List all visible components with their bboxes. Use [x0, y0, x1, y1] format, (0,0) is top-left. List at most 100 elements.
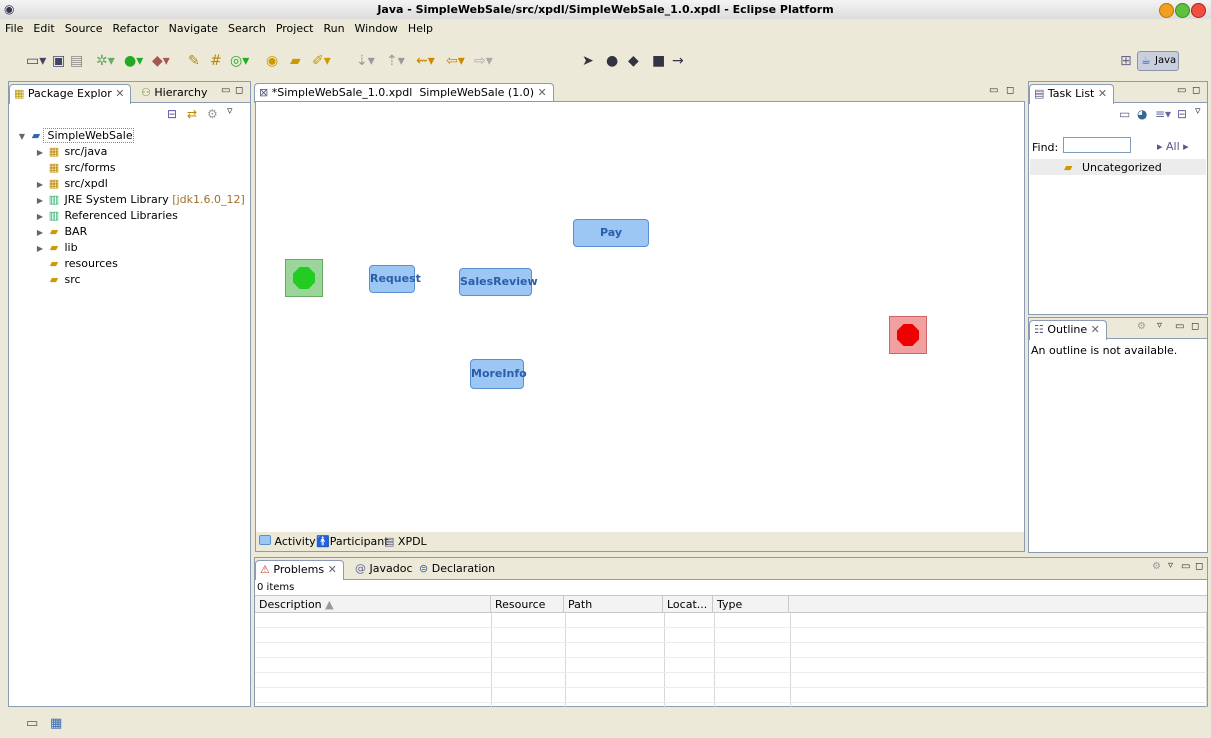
tree-item[interactable]: ▶ ▰ BAR	[33, 225, 87, 241]
task-filter-icon[interactable]: ≡▾	[1155, 107, 1171, 121]
problems-view-menu-icon[interactable]: ▿	[1168, 560, 1173, 571]
new-class-icon[interactable]: ◎▾	[230, 54, 249, 68]
last-edit-icon[interactable]: ⇜▾	[416, 54, 435, 68]
col-type[interactable]: Type	[713, 596, 789, 613]
back-icon[interactable]: ⇦▾	[446, 54, 465, 68]
tab-package-explorer[interactable]: ▦ Package Explor ✕	[9, 84, 132, 104]
new-package-icon[interactable]: #	[210, 54, 222, 68]
col-location[interactable]: Locat...	[663, 596, 713, 613]
task-collapse-icon[interactable]: ⊟	[1177, 107, 1187, 121]
select-tool-icon[interactable]: ➤	[582, 54, 594, 68]
tab-xpdl-editor[interactable]: ⊠ *SimpleWebSale_1.0.xpdl SimpleWebSale …	[254, 83, 554, 103]
all-filter[interactable]: ▸ All ▸	[1157, 140, 1189, 153]
external-tools-icon[interactable]: ◆▾	[152, 54, 170, 68]
col-description[interactable]: Description ▲	[255, 596, 491, 613]
menu-file[interactable]: File	[0, 19, 28, 35]
maximize-view-icon[interactable]: ◻	[235, 85, 243, 96]
print-icon[interactable]: ▤	[70, 54, 83, 68]
menu-project[interactable]: Project	[271, 19, 319, 35]
tab-activity[interactable]: Activity	[259, 535, 316, 548]
maximize-problems-icon[interactable]: ◻	[1195, 561, 1203, 572]
run-icon[interactable]: ●▾	[124, 54, 143, 68]
java-perspective-button[interactable]: ☕ Java	[1137, 51, 1179, 71]
fast-view-icon[interactable]: ▭	[26, 716, 38, 731]
end-event[interactable]	[889, 316, 927, 354]
minimize-icon[interactable]	[1159, 3, 1174, 18]
tab-problems[interactable]: ⚠ Problems ✕	[255, 560, 344, 580]
minimize-task-list-icon[interactable]: ▭	[1177, 85, 1186, 96]
minimize-view-icon[interactable]: ▭	[221, 85, 230, 96]
tree-item[interactable]: ▼ ▰ SimpleWebSale	[15, 128, 134, 145]
diamond-tool-icon[interactable]: ◆	[628, 54, 639, 68]
collapse-arrow-icon[interactable]: ▶	[33, 148, 47, 157]
close-tab-icon[interactable]: ✕	[115, 87, 124, 100]
collapse-arrow-icon[interactable]: ▶	[33, 212, 47, 221]
open-folder-icon[interactable]: ▰	[290, 54, 301, 68]
tree-item[interactable]: ▦ src/forms	[33, 161, 116, 177]
close-outline-icon[interactable]: ✕	[1091, 323, 1100, 336]
menu-source[interactable]: Source	[60, 19, 108, 35]
activity-moreinfo[interactable]: MoreInfo	[470, 359, 527, 389]
outline-view-menu-icon[interactable]: ▿	[1157, 320, 1162, 331]
tab-javadoc[interactable]: @ Javadoc	[351, 560, 419, 579]
open-perspective-icon[interactable]: ⊞	[1120, 54, 1132, 68]
tree-item[interactable]: ▶ ▰ lib	[33, 241, 78, 257]
minimize-outline-icon[interactable]: ▭	[1175, 321, 1184, 332]
collapse-arrow-icon[interactable]: ▶	[33, 180, 47, 189]
menu-edit[interactable]: Edit	[28, 19, 59, 35]
new-java-project-icon[interactable]: ✎	[188, 54, 200, 68]
prev-annotation-icon[interactable]: ⇡▾	[386, 54, 405, 68]
collapse-arrow-icon[interactable]: ▶	[33, 196, 47, 205]
menu-help[interactable]: Help	[403, 19, 438, 35]
tab-participant[interactable]: 🚹Participant	[316, 535, 389, 548]
menu-run[interactable]: Run	[318, 19, 349, 35]
menu-search[interactable]: Search	[223, 19, 271, 35]
activity-salesreview[interactable]: SalesReview	[459, 268, 538, 296]
task-repository-icon[interactable]: ◕	[1137, 107, 1147, 121]
process-canvas[interactable]: Pay Request SalesReview MoreInfo	[255, 101, 1025, 533]
menu-navigate[interactable]: Navigate	[164, 19, 223, 35]
maximize-outline-icon[interactable]: ◻	[1191, 321, 1199, 332]
filter-icon[interactable]: ⚙	[207, 107, 218, 121]
tab-declaration[interactable]: ⊜ Declaration	[415, 560, 501, 579]
new-task-icon[interactable]: ▭	[1119, 107, 1130, 121]
minimize-editor-icon[interactable]: ▭	[989, 85, 998, 96]
search-icon[interactable]: ✐▾	[312, 54, 331, 68]
activity-request[interactable]: Request	[369, 265, 421, 293]
view-menu-icon[interactable]: ▿	[227, 104, 233, 117]
tab-hierarchy[interactable]: ⚇ Hierarchy	[137, 84, 214, 103]
save-icon[interactable]: ▣	[52, 54, 65, 68]
circle-tool-icon[interactable]: ●	[606, 54, 618, 68]
next-annotation-icon[interactable]: ⇣▾	[356, 54, 375, 68]
start-event[interactable]	[285, 259, 323, 297]
expand-arrow-icon[interactable]: ▼	[15, 132, 29, 141]
open-type-icon[interactable]: ◉	[266, 54, 278, 68]
tree-item[interactable]: ▶ ▥ JRE System Library [jdk1.6.0_12]	[33, 193, 245, 209]
maximize-editor-icon[interactable]: ◻	[1006, 85, 1014, 96]
close-editor-icon[interactable]: ✕	[537, 86, 546, 99]
trim-stack-icon[interactable]: ▦	[50, 716, 62, 731]
minimize-problems-icon[interactable]: ▭	[1181, 561, 1190, 572]
tab-outline[interactable]: ☷ Outline ✕	[1029, 320, 1107, 340]
tab-task-list[interactable]: ▤ Task List ✕	[1029, 84, 1115, 104]
link-editor-icon[interactable]: ⇄	[187, 107, 197, 121]
col-path[interactable]: Path	[564, 596, 663, 613]
arrow-tool-icon[interactable]: →	[672, 54, 684, 68]
outline-filter-icon[interactable]: ⚙	[1137, 321, 1146, 332]
find-input[interactable]	[1063, 137, 1131, 153]
close-task-list-icon[interactable]: ✕	[1098, 87, 1107, 100]
maximize-task-list-icon[interactable]: ◻	[1192, 85, 1200, 96]
menu-window[interactable]: Window	[350, 19, 403, 35]
tree-item[interactable]: ▰ resources	[33, 257, 118, 273]
tree-item[interactable]: ▶ ▥ Referenced Libraries	[33, 209, 178, 225]
close-problems-icon[interactable]: ✕	[328, 563, 337, 576]
collapse-arrow-icon[interactable]: ▶	[33, 228, 47, 237]
activity-pay[interactable]: Pay	[573, 219, 649, 247]
uncategorized-row[interactable]: ▰ Uncategorized	[1030, 159, 1206, 175]
collapse-arrow-icon[interactable]: ▶	[33, 244, 47, 253]
close-icon[interactable]	[1191, 3, 1206, 18]
tree-item[interactable]: ▰ src	[33, 273, 81, 289]
task-view-menu-icon[interactable]: ▿	[1195, 104, 1201, 117]
col-resource[interactable]: Resource	[491, 596, 564, 613]
maximize-icon[interactable]	[1175, 3, 1190, 18]
